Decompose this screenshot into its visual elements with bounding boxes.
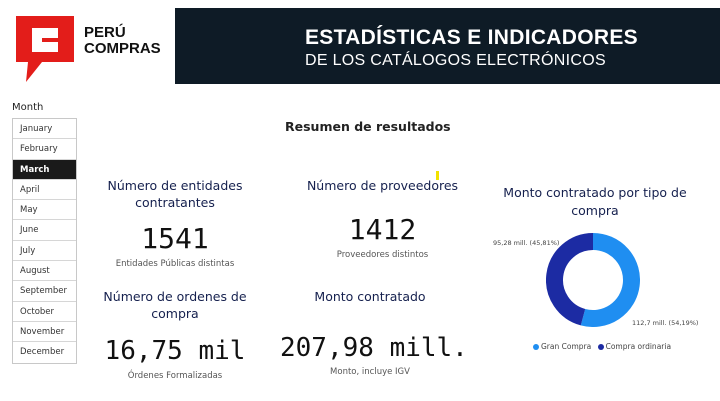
summary-title: Resumen de resultados bbox=[285, 119, 451, 134]
kpi-ordenes-title: Número de ordenes de compra bbox=[103, 289, 247, 321]
month-item-january[interactable]: January bbox=[13, 119, 76, 140]
month-item-december[interactable]: December bbox=[13, 342, 76, 362]
month-slicer-label: Month bbox=[12, 102, 44, 113]
kpi-proveedores-value: 1412 bbox=[348, 213, 417, 246]
kpi-monto-value: 207,98 mill. bbox=[280, 333, 468, 363]
brand-line-1: PERÚ bbox=[84, 24, 126, 41]
kpi-entidades-sub: Entidades Públicas distintas bbox=[115, 259, 235, 269]
peru-compras-logo-icon bbox=[16, 16, 74, 82]
legend-label: Gran Compra bbox=[541, 342, 592, 351]
page-subtitle: DE LOS CATÁLOGOS ELECTRÓNICOS bbox=[305, 52, 606, 69]
donut-legend: Gran Compra Compra ordinaria bbox=[533, 342, 675, 351]
legend-item-gran-compra[interactable]: Gran Compra bbox=[533, 342, 591, 351]
legend-label: Compra ordinaria bbox=[605, 342, 672, 351]
legend-item-compra-ordinaria[interactable]: Compra ordinaria bbox=[597, 342, 672, 351]
donut-slice-gran-compra[interactable] bbox=[580, 233, 640, 327]
month-item-may[interactable]: May bbox=[13, 200, 76, 221]
brand-name: PERÚ COMPRAS bbox=[84, 25, 161, 57]
page-title: ESTADÍSTICAS E INDICADORES bbox=[305, 26, 638, 49]
kpi-entidades-value: 1541 bbox=[141, 222, 209, 255]
month-item-march[interactable]: March bbox=[13, 159, 76, 180]
month-item-september[interactable]: September bbox=[13, 281, 76, 302]
donut-label-compra-ordinaria: 95,28 mill. (45,81%) bbox=[493, 239, 560, 247]
kpi-monto-title: Monto contratado bbox=[314, 289, 426, 304]
legend-dot-icon bbox=[533, 344, 539, 350]
legend-dot-icon bbox=[597, 344, 604, 350]
month-item-october[interactable]: October bbox=[13, 302, 76, 322]
kpi-ordenes-sub: Órdenes Formalizadas bbox=[127, 371, 223, 381]
pointer-cursor-marker bbox=[436, 171, 439, 180]
kpi-entidades-title: Número de entidades contratantes bbox=[107, 178, 243, 210]
donut-slice-compra-ordinaria[interactable] bbox=[546, 233, 594, 326]
donut-chart bbox=[546, 233, 640, 327]
month-item-july[interactable]: July bbox=[13, 241, 76, 262]
kpi-proveedores-sub: Proveedores distintos bbox=[336, 250, 429, 260]
month-item-february[interactable]: February bbox=[13, 139, 76, 160]
kpi-ordenes-value: 16,75 mil bbox=[104, 336, 246, 366]
month-slicer: January February March April May June July Augu… bbox=[12, 118, 77, 364]
month-item-august[interactable]: August bbox=[13, 261, 76, 282]
donut-chart-title: Monto contratado por tipo de compra bbox=[503, 185, 687, 218]
kpi-proveedores-title: Número de proveedores bbox=[306, 178, 459, 193]
month-item-november[interactable]: November bbox=[13, 322, 76, 343]
month-item-june[interactable]: June bbox=[13, 220, 76, 241]
header-banner: ESTADÍSTICAS E INDICADORES DE LOS CATÁLO… bbox=[175, 8, 720, 84]
month-item-april[interactable]: April bbox=[13, 180, 76, 201]
donut-label-gran-compra: 112,7 mill. (54,19%) bbox=[632, 319, 699, 327]
kpi-monto-sub: Monto, incluye IGV bbox=[330, 367, 410, 377]
brand-line-2: COMPRAS bbox=[84, 40, 161, 57]
